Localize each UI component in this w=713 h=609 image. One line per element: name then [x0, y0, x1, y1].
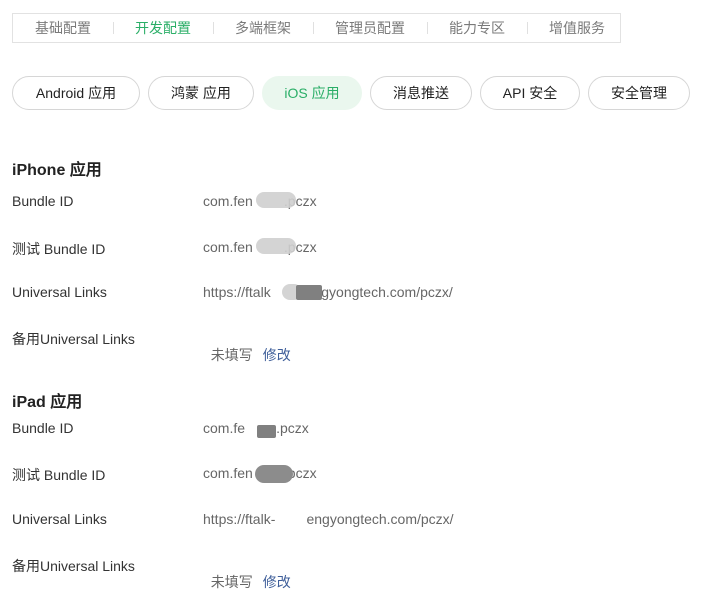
pill-security-management[interactable]: 安全管理: [588, 76, 690, 110]
tab-basic-config[interactable]: 基础配置: [13, 14, 113, 42]
tab-dev-config[interactable]: 开发配置: [113, 14, 213, 42]
tab-multi-framework[interactable]: 多端框架: [213, 14, 313, 42]
ipad-bundle-id-label: Bundle ID: [12, 420, 74, 436]
redaction-mark: [257, 425, 276, 438]
pill-harmony-app[interactable]: 鸿蒙 应用: [148, 76, 254, 110]
ipad-universal-links-value: https://ftalk- engyongtech.com/pczx/: [203, 511, 454, 527]
tab-value-added-services[interactable]: 增值服务: [527, 14, 627, 42]
edit-backup-links-link[interactable]: 修改: [263, 574, 291, 590]
pill-ios-app[interactable]: iOS 应用: [262, 76, 362, 110]
redaction-mark: [256, 238, 296, 254]
ipad-backup-universal-links-value: 未填写 修改: [203, 556, 291, 592]
platform-pill-group: Android 应用 鸿蒙 应用 iOS 应用 消息推送 API 安全 安全管理: [12, 76, 690, 110]
iphone-section-title: iPhone 应用: [12, 162, 102, 179]
ipad-section-title: iPad 应用: [12, 394, 83, 411]
iphone-universal-links-label: Universal Links: [12, 284, 107, 300]
iphone-bundle-id-label: Bundle ID: [12, 193, 74, 209]
pill-message-push[interactable]: 消息推送: [370, 76, 472, 110]
not-filled-text: 未填写: [210, 574, 253, 590]
redaction-mark: [296, 285, 322, 300]
ipad-bundle-id-value: com.fe .pczx: [203, 420, 309, 436]
pill-api-security[interactable]: API 安全: [480, 76, 580, 110]
iphone-backup-universal-links-value: 未填写 修改: [203, 329, 291, 365]
redaction-mark: [256, 192, 296, 208]
ipad-universal-links-label: Universal Links: [12, 511, 107, 527]
ipad-test-bundle-id-label: 测试 Bundle ID: [12, 467, 106, 483]
tab-admin-config[interactable]: 管理员配置: [313, 14, 427, 42]
top-tab-bar: 基础配置 开发配置 多端框架 管理员配置 能力专区 增值服务: [12, 13, 621, 43]
redaction-mark: [255, 465, 293, 483]
tab-capability-zone[interactable]: 能力专区: [427, 14, 527, 42]
iphone-backup-universal-links-label: 备用Universal Links: [12, 331, 135, 347]
iphone-test-bundle-id-label: 测试 Bundle ID: [12, 241, 106, 257]
ipad-backup-universal-links-label: 备用Universal Links: [12, 558, 135, 574]
pill-android-app[interactable]: Android 应用: [12, 76, 140, 110]
iphone-universal-links-value: https://ftalk engyongtech.com/pczx/: [203, 284, 453, 300]
not-filled-text: 未填写: [210, 347, 253, 363]
edit-backup-links-link[interactable]: 修改: [263, 347, 291, 363]
